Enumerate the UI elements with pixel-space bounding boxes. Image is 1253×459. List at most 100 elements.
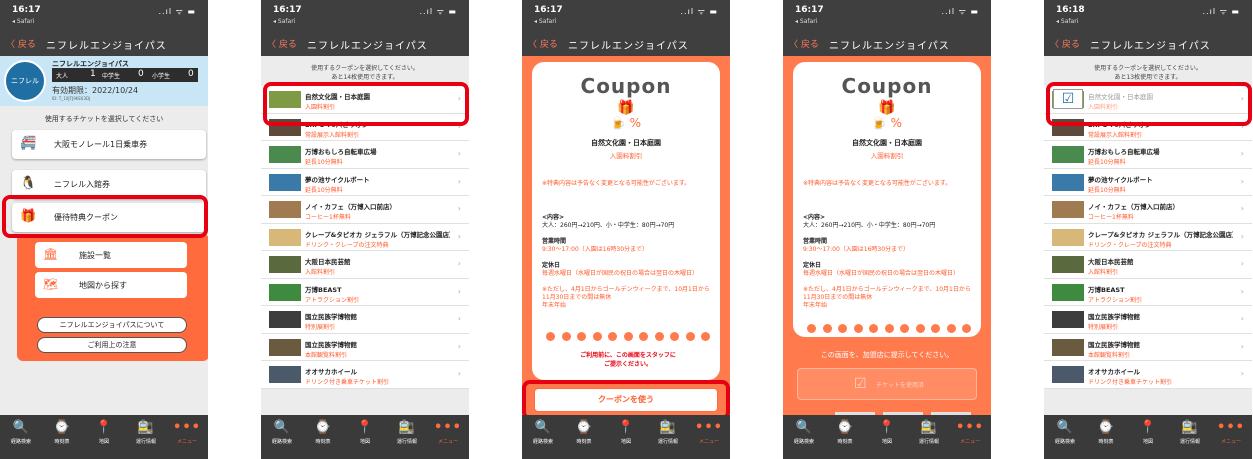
coupon-list-item[interactable]: クレープ&タピオカ ジェラフル（万博記念公園店） ドリンク・クレープの注文特典 › bbox=[1044, 223, 1252, 251]
sub-button-label: 地図から探す bbox=[79, 281, 127, 290]
tab-live-info[interactable]: 🚉 運行情報 bbox=[908, 420, 950, 446]
facility-list-button[interactable]: 🏛 施設一覧 bbox=[35, 242, 187, 268]
tab-menu[interactable]: ••• メニュー bbox=[1210, 421, 1252, 446]
tab-map[interactable]: 📍 地図 bbox=[866, 420, 908, 446]
back-to-safari[interactable]: ◂ Safari bbox=[795, 18, 817, 25]
ticket-label: 大阪モノレール1日乗車券 bbox=[54, 140, 148, 149]
back-to-safari[interactable]: ◂ Safari bbox=[12, 18, 34, 25]
live-info-icon: 🚉 bbox=[920, 420, 938, 435]
coupon-list-item[interactable]: 夢の池サイクルボート 延長10分無料 › bbox=[261, 168, 469, 196]
back-button[interactable]: 〈 戻る bbox=[528, 37, 558, 50]
page-title: ニフレルエンジョイパス bbox=[829, 41, 950, 52]
chevron-right-icon: › bbox=[1240, 314, 1244, 323]
tab-map[interactable]: 📍 地図 bbox=[83, 421, 125, 446]
coupon-list-item[interactable]: ノイ・カフェ（万博入口前店） コーヒー1杯無料 › bbox=[1044, 196, 1252, 224]
tab-map[interactable]: 📍 地図 bbox=[344, 421, 386, 446]
coupon-list-item[interactable]: ノイ・カフェ（万博入口前店） コーヒー1杯無料 › bbox=[261, 196, 469, 224]
pass-id: ID: T_10JTJ9KE63DJ bbox=[52, 96, 91, 101]
usage-notes-link[interactable]: ご利用上の注意 bbox=[37, 337, 187, 353]
tab-timetable[interactable]: ⌚ 時刻表 bbox=[41, 421, 83, 446]
tab-route-search[interactable]: 🔍 経路検索 bbox=[783, 421, 825, 446]
perforation-dot bbox=[592, 332, 602, 341]
tab-label: 運行情報 bbox=[135, 439, 156, 445]
coupon-list-item[interactable]: 万博おもしろ自転車広場 延長10分無料 › bbox=[1044, 141, 1252, 169]
tab-route-search[interactable]: 🔍 経路検索 bbox=[522, 421, 564, 446]
tab-live-info[interactable]: 🚉 運行情報 bbox=[1169, 420, 1211, 446]
chevron-right-icon: › bbox=[457, 314, 461, 323]
tab-timetable[interactable]: ⌚ 時刻表 bbox=[302, 421, 344, 446]
coupon-thumbnail bbox=[1052, 366, 1084, 383]
remaining-count: あと14枚使用できます。 bbox=[331, 74, 399, 81]
chevron-right-icon: › bbox=[457, 259, 461, 268]
tab-menu[interactable]: ••• メニュー bbox=[427, 421, 469, 446]
coupon-list-item[interactable]: 万博BEAST アトラクション割引 › bbox=[261, 278, 469, 306]
tab-menu[interactable]: ••• メニュー bbox=[949, 421, 991, 446]
coupon-list-item[interactable]: 万博おもしろ自転車広場 延長10分無料 › bbox=[261, 141, 469, 169]
tab-route-search[interactable]: 🔍 経路検索 bbox=[261, 421, 303, 446]
tab-label: メニュー bbox=[437, 439, 458, 445]
coupon-list-item[interactable]: 大阪日本民芸館 入館料割引 › bbox=[261, 251, 469, 279]
tab-live-info[interactable]: 🚉 運行情報 bbox=[125, 421, 167, 446]
coupon-list-item[interactable]: 国立民族学博物館 特別展割引 › bbox=[1044, 306, 1252, 334]
coupon-list-item[interactable]: 国立民族学博物館 特別展割引 › bbox=[261, 306, 469, 334]
content-value: 大人：260円→210円、小・中学生：80円→70円 bbox=[542, 222, 675, 229]
back-to-safari[interactable]: ◂ Safari bbox=[534, 18, 556, 25]
perforation-dot bbox=[884, 324, 894, 333]
tab-menu[interactable]: ••• メニュー bbox=[166, 421, 208, 446]
tab-timetable[interactable]: ⌚ 時刻表 bbox=[824, 421, 866, 446]
find-on-map-button[interactable]: 🗺 地図から探す bbox=[35, 272, 187, 298]
coupon-list-item[interactable]: クレープ&タピオカ ジェラフル（万博記念公園店） ドリンク・クレープの注文特典 › bbox=[261, 223, 469, 251]
highlight-box bbox=[263, 82, 469, 126]
signal-icon: ..ıl ᯤ ▬ bbox=[158, 7, 196, 16]
junior-label: 中学生 bbox=[102, 73, 121, 80]
tab-live-info[interactable]: 🚉 運行情報 bbox=[647, 420, 689, 446]
sub-button-label: 施設一覧 bbox=[79, 251, 111, 260]
closed-detail-2: ※ただし、4月1日からゴールデンウィークまで、10月1日から11月30日までの間… bbox=[803, 286, 971, 301]
tab-timetable[interactable]: ⌚ 時刻表 bbox=[563, 421, 605, 446]
tab-live-info[interactable]: 🚉 運行情報 bbox=[386, 421, 428, 446]
timetable-icon: ⌚ bbox=[1097, 420, 1115, 435]
map-pin-icon: 📍 bbox=[878, 420, 896, 435]
coupon-offer: ドリンク・クレープの注文特典 bbox=[1088, 241, 1172, 249]
perforation-dot bbox=[546, 332, 555, 341]
coupon-list-item[interactable]: 大阪日本民芸館 入館料割引 › bbox=[1044, 251, 1252, 279]
back-button[interactable]: 〈 戻る bbox=[789, 37, 819, 50]
coupon-thumbnail bbox=[1052, 228, 1084, 246]
live-info-icon: 🚉 bbox=[659, 420, 677, 435]
coupon-list-item[interactable]: 国立民族学博物館 本館観覧料割引 › bbox=[261, 333, 469, 361]
tab-label: 運行情報 bbox=[1179, 439, 1200, 445]
tab-map[interactable]: 📍 地図 bbox=[605, 421, 647, 446]
coupon-thumbnail bbox=[269, 173, 301, 191]
tab-route-search[interactable]: 🔍 経路検索 bbox=[1044, 421, 1086, 446]
status-bar: 16:17 ◂ Safari ..ıl ᯤ ▬ bbox=[522, 0, 730, 32]
nav-bar: 〈 戻る ニフレルエンジョイパス bbox=[783, 32, 991, 56]
tab-timetable[interactable]: ⌚ 時刻表 bbox=[1085, 420, 1127, 446]
back-button[interactable]: 〈 戻る bbox=[1050, 37, 1080, 50]
coupon-list-item[interactable]: オオサカホイール ドリンク付き乗車チケット割引 › bbox=[261, 361, 469, 389]
coupon-name: 万博おもしろ自転車広場 bbox=[305, 148, 377, 156]
coupon-list-item[interactable]: オオサカホイール ドリンク付き乗車チケット割引 › bbox=[1044, 361, 1252, 389]
coupon-name: 大阪日本民芸館 bbox=[305, 258, 351, 266]
ticket-monorail-button[interactable]: 🚝 大阪モノレール1日乗車券 bbox=[12, 130, 206, 159]
coupon-list-item[interactable]: 国立民族学博物館 本館観覧料割引 › bbox=[1044, 333, 1252, 361]
coupon-list-item[interactable]: 万博BEAST アトラクション割引 › bbox=[1044, 278, 1252, 306]
tab-route-search[interactable]: 🔍 経路検索 bbox=[0, 421, 42, 446]
back-button[interactable]: 〈 戻る bbox=[267, 37, 297, 50]
building-icon: 🏛 bbox=[43, 247, 59, 261]
coupon-name: オオサカホイール bbox=[305, 368, 357, 376]
back-to-safari[interactable]: ◂ Safari bbox=[1056, 18, 1078, 25]
coupon-name: クレープ&タピオカ ジェラフル（万博記念公園店） bbox=[305, 230, 450, 239]
remaining-count: あと13枚使用できます。 bbox=[1114, 74, 1182, 81]
content-label: <内容> bbox=[803, 214, 826, 221]
phone-coupon-detail: 16:17 ◂ Safari ..ıl ᯤ ▬ 〈 戻る ニフレルエンジョイパス… bbox=[522, 0, 730, 459]
select-ticket-prompt: 使用するチケットを選択してください bbox=[44, 115, 164, 123]
tab-label: メニュー bbox=[959, 439, 980, 445]
coupon-list-item[interactable]: 夢の池サイクルボート 延長10分無料 › bbox=[1044, 168, 1252, 196]
back-to-safari[interactable]: ◂ Safari bbox=[273, 18, 295, 25]
live-info-icon: 🚉 bbox=[1181, 420, 1199, 435]
gift-icon: 🎁 bbox=[878, 100, 896, 116]
about-pass-link[interactable]: ニフレルエンジョイパスについて bbox=[37, 317, 187, 333]
back-button[interactable]: 〈 戻る bbox=[6, 37, 36, 50]
tab-menu[interactable]: ••• メニュー bbox=[688, 421, 730, 446]
tab-map[interactable]: 📍 地図 bbox=[1127, 421, 1169, 446]
